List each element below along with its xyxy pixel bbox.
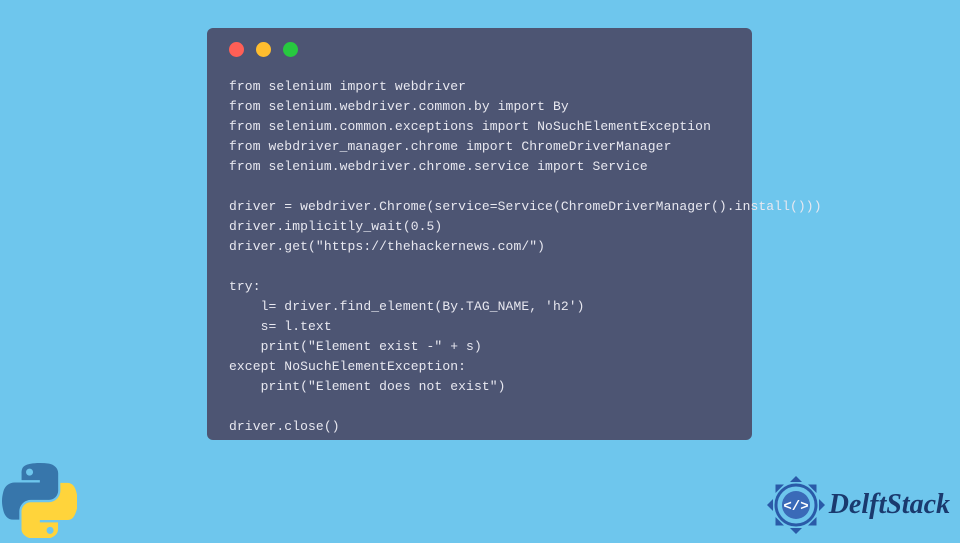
delftstack-badge-icon: </> bbox=[765, 474, 827, 536]
delftstack-logo: </> DelftStack bbox=[765, 474, 950, 536]
maximize-icon bbox=[283, 42, 298, 57]
code-block: from selenium import webdriver from sele… bbox=[229, 77, 730, 437]
delftstack-name: DelftStack bbox=[829, 489, 950, 521]
traffic-lights bbox=[229, 42, 730, 57]
minimize-icon bbox=[256, 42, 271, 57]
python-logo-icon bbox=[2, 463, 77, 538]
svg-text:</>: </> bbox=[783, 499, 808, 515]
close-icon bbox=[229, 42, 244, 57]
code-window: from selenium import webdriver from sele… bbox=[207, 28, 752, 440]
